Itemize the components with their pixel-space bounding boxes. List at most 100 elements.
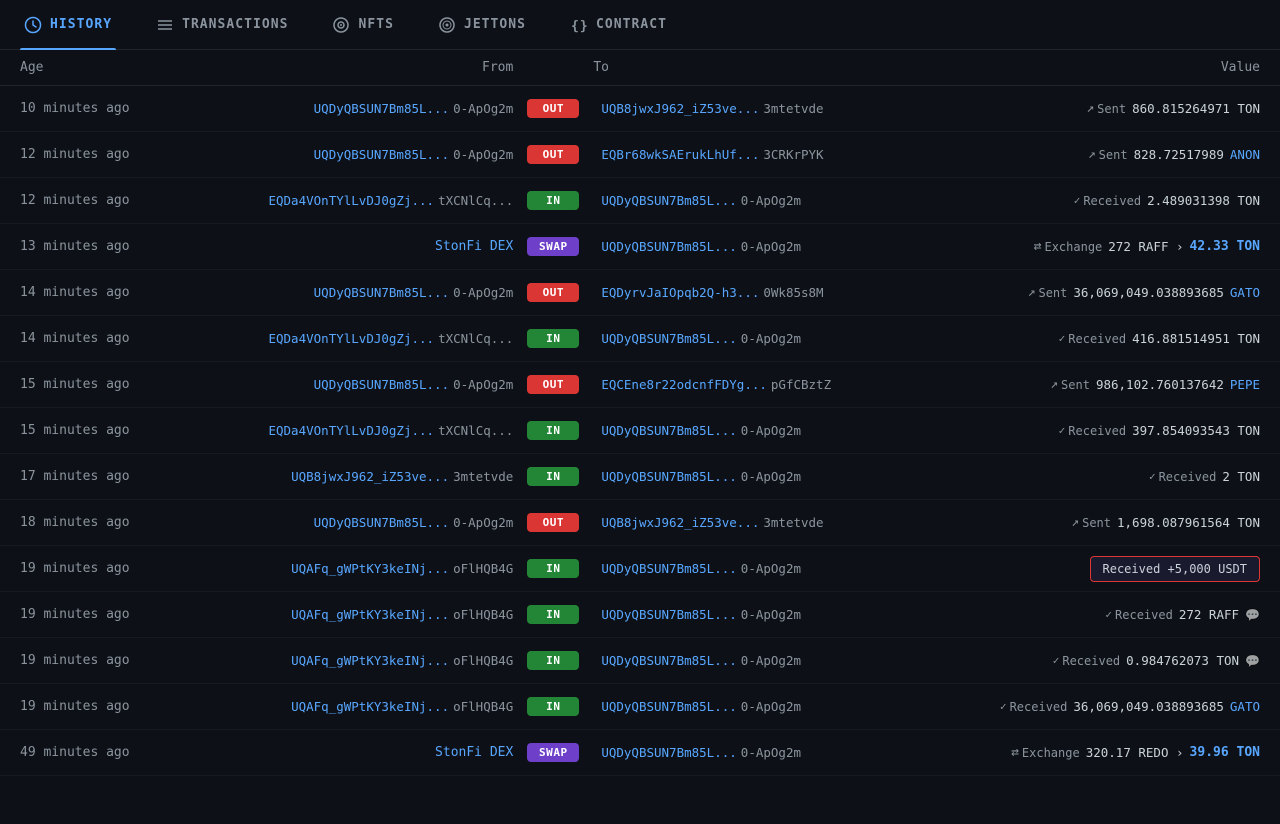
from-address-link[interactable]: UQDyQBSUN7Bm85L...	[314, 515, 449, 530]
status-label: ↗Sent	[1088, 147, 1128, 162]
from-address-link[interactable]: UQAFq_gWPtKY3keINj...	[291, 699, 449, 714]
from-address-link[interactable]: UQDyQBSUN7Bm85L...	[314, 101, 449, 116]
token-name: PEPE	[1230, 377, 1260, 392]
status-text: Received	[1068, 424, 1126, 438]
transaction-value: 272 RAFF	[1179, 607, 1239, 622]
from-address-link[interactable]: UQAFq_gWPtKY3keINj...	[291, 653, 449, 668]
to-address-link[interactable]: UQDyQBSUN7Bm85L...	[601, 561, 736, 576]
status-icon: ✓	[1105, 608, 1112, 621]
cell-badge: OUT	[513, 99, 593, 118]
cell-age: 19 minutes ago	[20, 699, 180, 714]
to-address-link[interactable]: UQDyQBSUN7Bm85L...	[601, 653, 736, 668]
nav-label-nfts: NFTS	[358, 17, 393, 32]
to-address-suffix: 0-ApOg2m	[741, 607, 801, 622]
cell-age: 13 minutes ago	[20, 239, 180, 254]
cell-to: UQDyQBSUN7Bm85L... 0-ApOg2m	[593, 607, 926, 622]
table-row[interactable]: 15 minutes agoEQDa4VOnTYlLvDJ0gZj... tXC…	[0, 408, 1280, 454]
nav-item-jettons[interactable]: JETTONS	[434, 0, 530, 50]
from-address-link[interactable]: UQDyQBSUN7Bm85L...	[314, 147, 449, 162]
from-address-link[interactable]: UQDyQBSUN7Bm85L...	[314, 285, 449, 300]
to-address-suffix: 0-ApOg2m	[741, 653, 801, 668]
cell-from: UQDyQBSUN7Bm85L... 0-ApOg2m	[180, 147, 513, 162]
transaction-badge-in: IN	[527, 421, 579, 440]
table-row[interactable]: 14 minutes agoEQDa4VOnTYlLvDJ0gZj... tXC…	[0, 316, 1280, 362]
from-address-link[interactable]: UQAFq_gWPtKY3keINj...	[291, 561, 449, 576]
header-badge-spacer	[513, 60, 593, 75]
to-address-link[interactable]: UQDyQBSUN7Bm85L...	[601, 469, 736, 484]
cell-badge: OUT	[513, 145, 593, 164]
table-row[interactable]: 10 minutes agoUQDyQBSUN7Bm85L... 0-ApOg2…	[0, 86, 1280, 132]
from-address-link[interactable]: StonFi DEX	[435, 239, 513, 254]
to-address-link[interactable]: UQDyQBSUN7Bm85L...	[601, 239, 736, 254]
status-icon: ↗	[1086, 101, 1094, 116]
to-address-link[interactable]: EQDyrvJaIOpqb2Q-h3...	[601, 285, 759, 300]
transaction-badge-in: IN	[527, 697, 579, 716]
from-address-link[interactable]: StonFi DEX	[435, 745, 513, 760]
from-address-link[interactable]: UQAFq_gWPtKY3keINj...	[291, 607, 449, 622]
status-icon: ✓	[1149, 470, 1156, 483]
table-row[interactable]: 19 minutes agoUQAFq_gWPtKY3keINj... oFlH…	[0, 684, 1280, 730]
transaction-value: 860.815264971 TON	[1132, 101, 1260, 116]
from-address-suffix: 0-ApOg2m	[453, 285, 513, 300]
nav-item-transactions[interactable]: TRANSACTIONS	[152, 0, 292, 50]
cell-age: 12 minutes ago	[20, 147, 180, 162]
to-address-link[interactable]: UQDyQBSUN7Bm85L...	[601, 423, 736, 438]
to-address-link[interactable]: UQB8jwxJ962_iZ53ve...	[601, 101, 759, 116]
to-address-suffix: 0-ApOg2m	[741, 699, 801, 714]
cell-badge: IN	[513, 467, 593, 486]
to-address-link[interactable]: EQBr68wkSAErukLhUf...	[601, 147, 759, 162]
cell-age: 19 minutes ago	[20, 561, 180, 576]
table-row[interactable]: 14 minutes agoUQDyQBSUN7Bm85L... 0-ApOg2…	[0, 270, 1280, 316]
status-icon: ⇄	[1034, 239, 1042, 254]
status-label: ✓Received	[1074, 194, 1141, 208]
cell-value: ✓Received0.984762073 TON💬	[927, 653, 1260, 668]
cell-value: ✓Received2 TON	[927, 469, 1260, 484]
table-row[interactable]: 17 minutes agoUQB8jwxJ962_iZ53ve... 3mte…	[0, 454, 1280, 500]
status-text: Received	[1159, 470, 1217, 484]
from-address-link[interactable]: UQB8jwxJ962_iZ53ve...	[291, 469, 449, 484]
cell-age: 18 minutes ago	[20, 515, 180, 530]
to-address-link[interactable]: UQDyQBSUN7Bm85L...	[601, 331, 736, 346]
cell-badge: SWAP	[513, 237, 593, 256]
nav-item-history[interactable]: HISTORY	[20, 0, 116, 50]
to-address-suffix: 3mtetvde	[763, 515, 823, 530]
cell-from: EQDa4VOnTYlLvDJ0gZj... tXCNlCq...	[180, 193, 513, 208]
cell-age: 17 minutes ago	[20, 469, 180, 484]
table-row[interactable]: 12 minutes agoUQDyQBSUN7Bm85L... 0-ApOg2…	[0, 132, 1280, 178]
to-address-link[interactable]: UQB8jwxJ962_iZ53ve...	[601, 515, 759, 530]
table-header: Age From To Value	[0, 50, 1280, 86]
header-value: Value	[927, 60, 1260, 75]
from-address-link[interactable]: EQDa4VOnTYlLvDJ0gZj...	[268, 193, 434, 208]
to-address-link[interactable]: UQDyQBSUN7Bm85L...	[601, 745, 736, 760]
table-row[interactable]: 19 minutes agoUQAFq_gWPtKY3keINj... oFlH…	[0, 638, 1280, 684]
comment-icon[interactable]: 💬	[1245, 608, 1260, 622]
from-address-link[interactable]: UQDyQBSUN7Bm85L...	[314, 377, 449, 392]
to-address-link[interactable]: EQCEne8r22odcnfFDYg...	[601, 377, 767, 392]
status-text: Sent	[1099, 148, 1128, 162]
status-text: Received	[1115, 608, 1173, 622]
to-address-link[interactable]: UQDyQBSUN7Bm85L...	[601, 193, 736, 208]
table-row[interactable]: 18 minutes agoUQDyQBSUN7Bm85L... 0-ApOg2…	[0, 500, 1280, 546]
to-address-link[interactable]: UQDyQBSUN7Bm85L...	[601, 607, 736, 622]
nav-item-contract[interactable]: {} CONTRACT	[566, 0, 671, 50]
token-name: GATO	[1230, 699, 1260, 714]
cell-from: UQDyQBSUN7Bm85L... 0-ApOg2m	[180, 377, 513, 392]
table-row[interactable]: 49 minutes agoStonFi DEXSWAPUQDyQBSUN7Bm…	[0, 730, 1280, 776]
cell-from: EQDa4VOnTYlLvDJ0gZj... tXCNlCq...	[180, 423, 513, 438]
table-row[interactable]: 15 minutes agoUQDyQBSUN7Bm85L... 0-ApOg2…	[0, 362, 1280, 408]
table-row[interactable]: 19 minutes agoUQAFq_gWPtKY3keINj... oFlH…	[0, 592, 1280, 638]
cell-badge: OUT	[513, 513, 593, 532]
status-text: Sent	[1038, 286, 1067, 300]
status-label: ⇄Exchange	[1034, 239, 1103, 254]
nav-item-nfts[interactable]: NFTS	[328, 0, 397, 50]
table-row[interactable]: 13 minutes ago StonFi DEXSWAP UQDyQBSUN7Bm…	[0, 224, 1280, 270]
comment-icon[interactable]: 💬	[1245, 654, 1260, 668]
from-address-link[interactable]: EQDa4VOnTYlLvDJ0gZj...	[268, 423, 434, 438]
to-address-link[interactable]: UQDyQBSUN7Bm85L...	[601, 699, 736, 714]
table-row[interactable]: 19 minutes agoUQAFq_gWPtKY3keINj... oFlH…	[0, 546, 1280, 592]
cell-age: 15 minutes ago	[20, 423, 180, 438]
table-row[interactable]: 12 minutes agoEQDa4VOnTYlLvDJ0gZj... tXC…	[0, 178, 1280, 224]
status-label: ⇄Exchange	[1011, 745, 1080, 760]
top-navigation: HISTORY TRANSACTIONS NFTS	[0, 0, 1280, 50]
from-address-link[interactable]: EQDa4VOnTYlLvDJ0gZj...	[268, 331, 434, 346]
